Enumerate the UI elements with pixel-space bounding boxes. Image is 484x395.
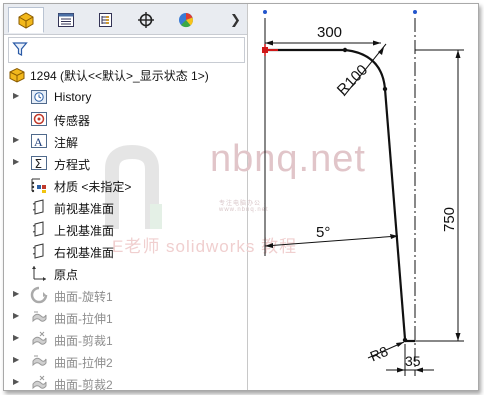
tree-item[interactable]: ▶ 曲面-拉伸1 [4,307,247,327]
extrude-surface-icon [30,308,48,326]
chevron-right-icon[interactable]: ❯ [230,12,241,28]
equation-icon: Σ [30,154,48,172]
tree-item-label: 前视基准面 [54,202,115,216]
tab-property-manager[interactable] [48,7,84,33]
tree-item-label: 上视基准面 [54,224,115,238]
tree-item[interactable]: ▶ Σ 方程式 [4,153,247,173]
tree-item-label: 材质 <未指定> [54,180,132,194]
sensor-icon [30,110,48,128]
graphics-area[interactable]: 300 R100 5° 750 R8 35 [248,4,478,390]
tab-dimxpert-manager[interactable] [128,7,164,33]
tree-item[interactable]: ▶ History [4,87,247,107]
extrude-surface-icon [30,352,48,370]
dimension-bottom-width-text[interactable]: 35 [405,353,421,369]
expand-arrow-icon[interactable]: ▶ [13,135,19,144]
tree-item-label: 曲面-拉伸1 [54,312,113,326]
tree-item-label: 原点 [54,268,79,282]
tree-item-label: 曲面-旋转1 [54,290,113,304]
filter-icon [12,42,28,56]
history-icon [30,88,48,106]
tree-item[interactable]: ▶ 曲面-剪裁2 [4,373,247,391]
trim-surface-icon [30,374,48,390]
part-icon [9,67,25,83]
feature-manager-icon [18,12,34,29]
tree-item[interactable]: ▶ 曲面-拉伸2 [4,351,247,371]
display-manager-icon [179,13,194,28]
sketch-drawing: 300 R100 5° 750 R8 35 [262,10,464,376]
configuration-manager-icon [99,13,112,27]
tree-item[interactable]: ▶ A 注解 [4,131,247,151]
tree-item[interactable]: 前视基准面 [4,197,247,217]
origin-icon [30,264,48,282]
property-manager-icon [58,13,74,27]
dimension-width-text[interactable]: 300 [317,24,342,41]
origin-icon[interactable] [262,47,268,53]
tree-item[interactable]: 原点 [4,263,247,283]
dimension-angle-line[interactable] [264,235,399,247]
tree-root-part[interactable]: 1294 (默认<<默认>_显示状态 1>) [8,66,209,84]
plane-icon [30,220,48,238]
plane-icon [30,242,48,260]
sketch-point[interactable] [263,10,267,14]
sketch-point[interactable] [413,10,417,14]
dimension-radius-bottom-text[interactable]: R8 [368,343,391,365]
tab-display-manager[interactable] [168,7,204,33]
tree-item[interactable]: ▶ 曲面-旋转1 [4,285,247,305]
tree-item[interactable]: 上视基准面 [4,219,247,239]
tree-item[interactable]: 传感器 [4,109,247,129]
plane-icon [30,198,48,216]
annotation-icon: A [30,132,48,150]
tree-item-label: 曲面-剪裁1 [54,334,113,348]
profile-slanted-line[interactable] [383,88,407,340]
dimension-height-text[interactable]: 750 [441,207,458,232]
tab-feature-manager[interactable] [8,7,44,33]
panel-tab-bar: ❯ [4,4,247,35]
tree-item[interactable]: 右视基准面 [4,241,247,261]
dimension-radius-top-text[interactable]: R100 [334,61,371,98]
expand-arrow-icon[interactable]: ▶ [13,377,19,386]
expand-arrow-icon[interactable]: ▶ [13,91,19,100]
expand-arrow-icon[interactable]: ▶ [13,311,19,320]
expand-arrow-icon[interactable]: ▶ [13,333,19,342]
tree-root-label: 1294 (默认<<默认>_显示状态 1>) [30,68,209,83]
revolve-surface-icon [30,286,48,304]
expand-arrow-icon[interactable]: ▶ [13,289,19,298]
tree-item-label: 曲面-剪裁2 [54,378,113,391]
tree-item-label: 右视基准面 [54,246,115,260]
tree-item-label: 传感器 [54,114,91,128]
tree-item-label: 方程式 [54,158,91,172]
material-icon [30,176,48,194]
dimension-angle-text[interactable]: 5° [316,224,330,241]
tree-filter-input[interactable] [8,37,245,63]
dimxpert-icon [138,12,154,28]
svg-text:Σ: Σ [35,157,43,171]
feature-manager-panel: ❯ 1294 (默认<<默认>_显示状态 1>) nbnq.net 专注电脑办公… [4,4,365,391]
tree-item-label: 曲面-拉伸2 [54,356,113,370]
tree-item[interactable]: ▶ 曲面-剪裁1 [4,329,247,349]
svg-text:A: A [34,135,43,149]
expand-arrow-icon[interactable]: ▶ [13,355,19,364]
expand-arrow-icon[interactable]: ▶ [13,157,19,166]
trim-surface-icon [30,330,48,348]
tree-item-label: 注解 [54,136,79,150]
tab-configuration-manager[interactable] [88,7,124,33]
tree-item[interactable]: 材质 <未指定> [4,175,247,195]
tree-item-label: History [54,90,92,104]
window-frame: ❯ 1294 (默认<<默认>_显示状态 1>) nbnq.net 专注电脑办公… [3,3,479,391]
